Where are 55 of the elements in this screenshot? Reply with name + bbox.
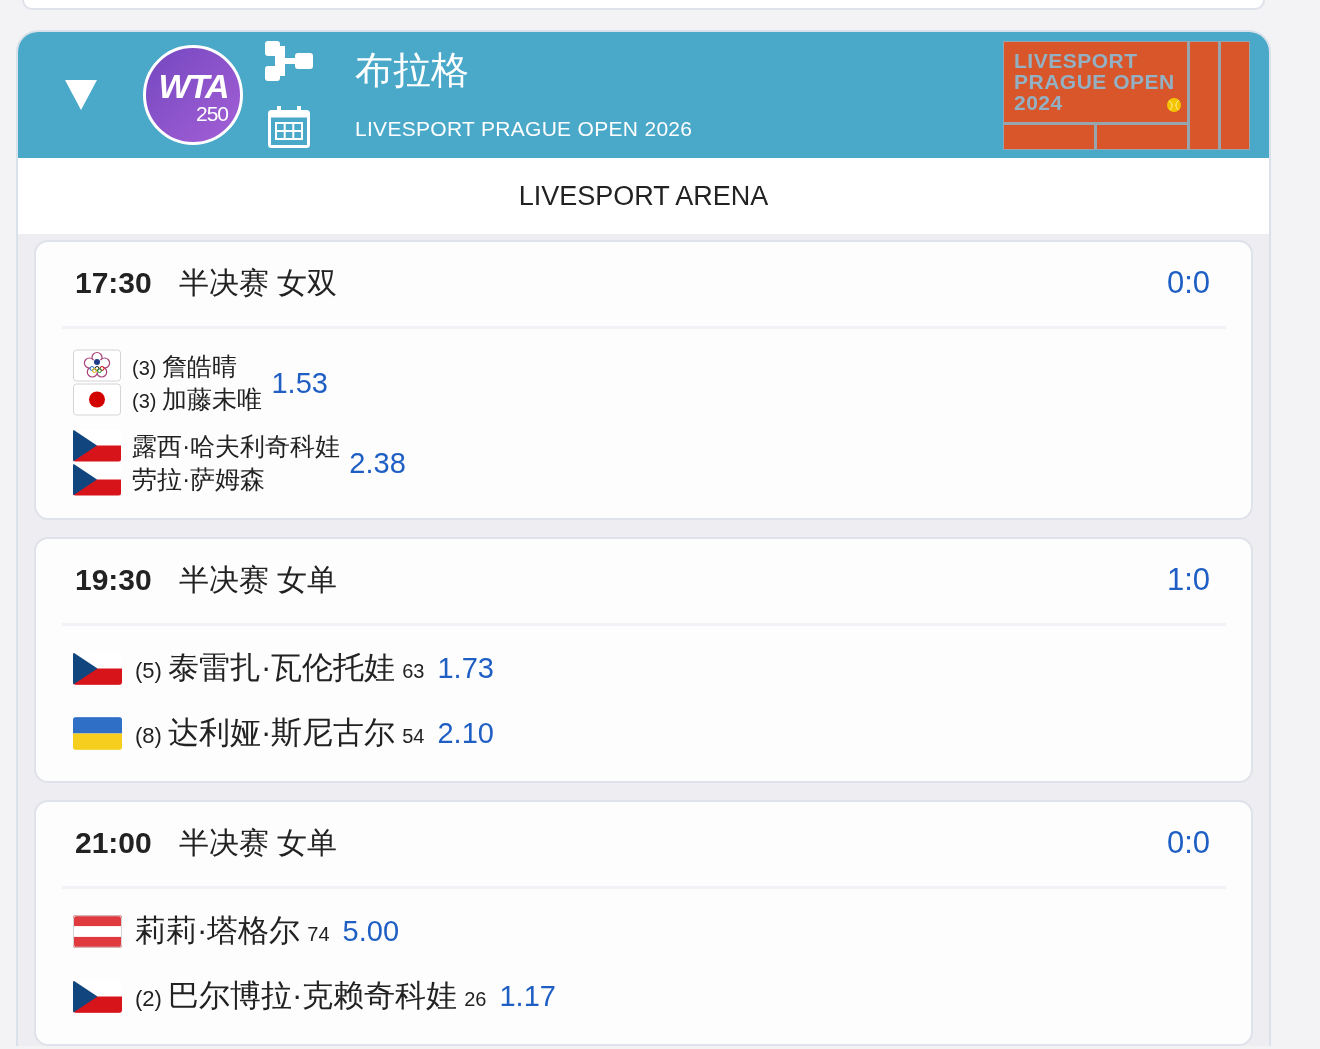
player-name: 泰雷扎·瓦伦托娃	[167, 649, 396, 687]
match-card[interactable]: 21:00 半决赛 女单 0:0 莉莉·塔格尔 74 5.00 (2) 巴尔博拉·克赖奇科娃 26 1.17	[34, 800, 1253, 1046]
logo-wordmark: WTA	[158, 69, 228, 103]
match-round: 半决赛 女双	[178, 265, 338, 301]
tournament-name: LIVESPORT PRAGUE OPEN 2026	[355, 116, 693, 142]
logo-text: LIVESPORT	[1014, 49, 1138, 71]
czech-flag-icon	[73, 651, 122, 685]
logo-text: PRAGUE OPEN	[1014, 70, 1175, 92]
tennis-ball-icon	[1167, 97, 1181, 112]
match-round: 半决赛 女单	[178, 562, 338, 598]
logo-text: 2024	[1014, 91, 1063, 113]
austria-flag-icon	[73, 914, 122, 948]
player-name: 达利娅·斯尼古尔	[167, 714, 396, 752]
player-name: 加藤未唯	[162, 383, 263, 415]
match-card[interactable]: 19:30 半决赛 女单 1:0 (5) 泰雷扎·瓦伦托娃 63 1.73 (8) 达利娅·斯尼古尔 54 2.10	[34, 537, 1253, 783]
player-rank: 74	[307, 922, 330, 947]
match-score: 1:0	[1166, 561, 1210, 599]
odds-value[interactable]: 2.38	[349, 445, 406, 480]
player-name: 巴尔博拉·克赖奇科娃	[167, 977, 458, 1015]
seed-label: (3)	[132, 355, 157, 381]
bracket-icon[interactable]	[265, 41, 313, 81]
plum-blossom-flag-icon	[73, 349, 121, 382]
match-time: 19:30	[75, 562, 152, 598]
player-name: 露西·哈夫利奇科娃	[132, 430, 341, 462]
odds-value[interactable]: 1.53	[271, 365, 328, 400]
odds-value[interactable]: 1.73	[437, 651, 494, 685]
czech-flag-icon	[73, 429, 121, 462]
player-name: 詹皓晴	[162, 350, 238, 382]
player-name: 劳拉·萨姆森	[132, 463, 266, 495]
match-time: 17:30	[75, 265, 152, 301]
match-score: 0:0	[1166, 824, 1210, 862]
match-score: 0:0	[1166, 264, 1210, 302]
player-name: 莉莉·塔格尔	[135, 912, 301, 950]
tier-number: 250	[195, 103, 228, 125]
venue-name: LIVESPORT ARENA	[518, 180, 769, 212]
calendar-icon[interactable]	[267, 105, 311, 149]
tournament-city: 布拉格	[355, 48, 470, 93]
collapse-caret-icon[interactable]	[65, 80, 97, 110]
match-time: 21:00	[75, 825, 152, 861]
seed-label: (8)	[135, 722, 162, 750]
player-rank: 26	[464, 987, 487, 1012]
match-round: 半决赛 女单	[178, 825, 338, 861]
czech-flag-icon	[73, 463, 121, 496]
seed-label: (5)	[135, 657, 162, 685]
odds-value[interactable]: 1.17	[499, 979, 556, 1013]
odds-value[interactable]: 5.00	[342, 914, 400, 948]
tournament-header[interactable]: WTA 250 布拉格 LIVESPORT PRAGUE OPEN 2026 LIVESPORT PRAGUE OPEN 2024	[18, 32, 1269, 158]
japan-flag-icon	[73, 383, 121, 416]
seed-label: (3)	[132, 388, 157, 414]
czech-flag-icon	[73, 979, 122, 1013]
seed-label: (2)	[135, 985, 162, 1013]
ukraine-flag-icon	[73, 716, 122, 750]
player-rank: 54	[402, 724, 425, 749]
player-rank: 63	[402, 659, 425, 684]
odds-value[interactable]: 2.10	[437, 716, 494, 750]
